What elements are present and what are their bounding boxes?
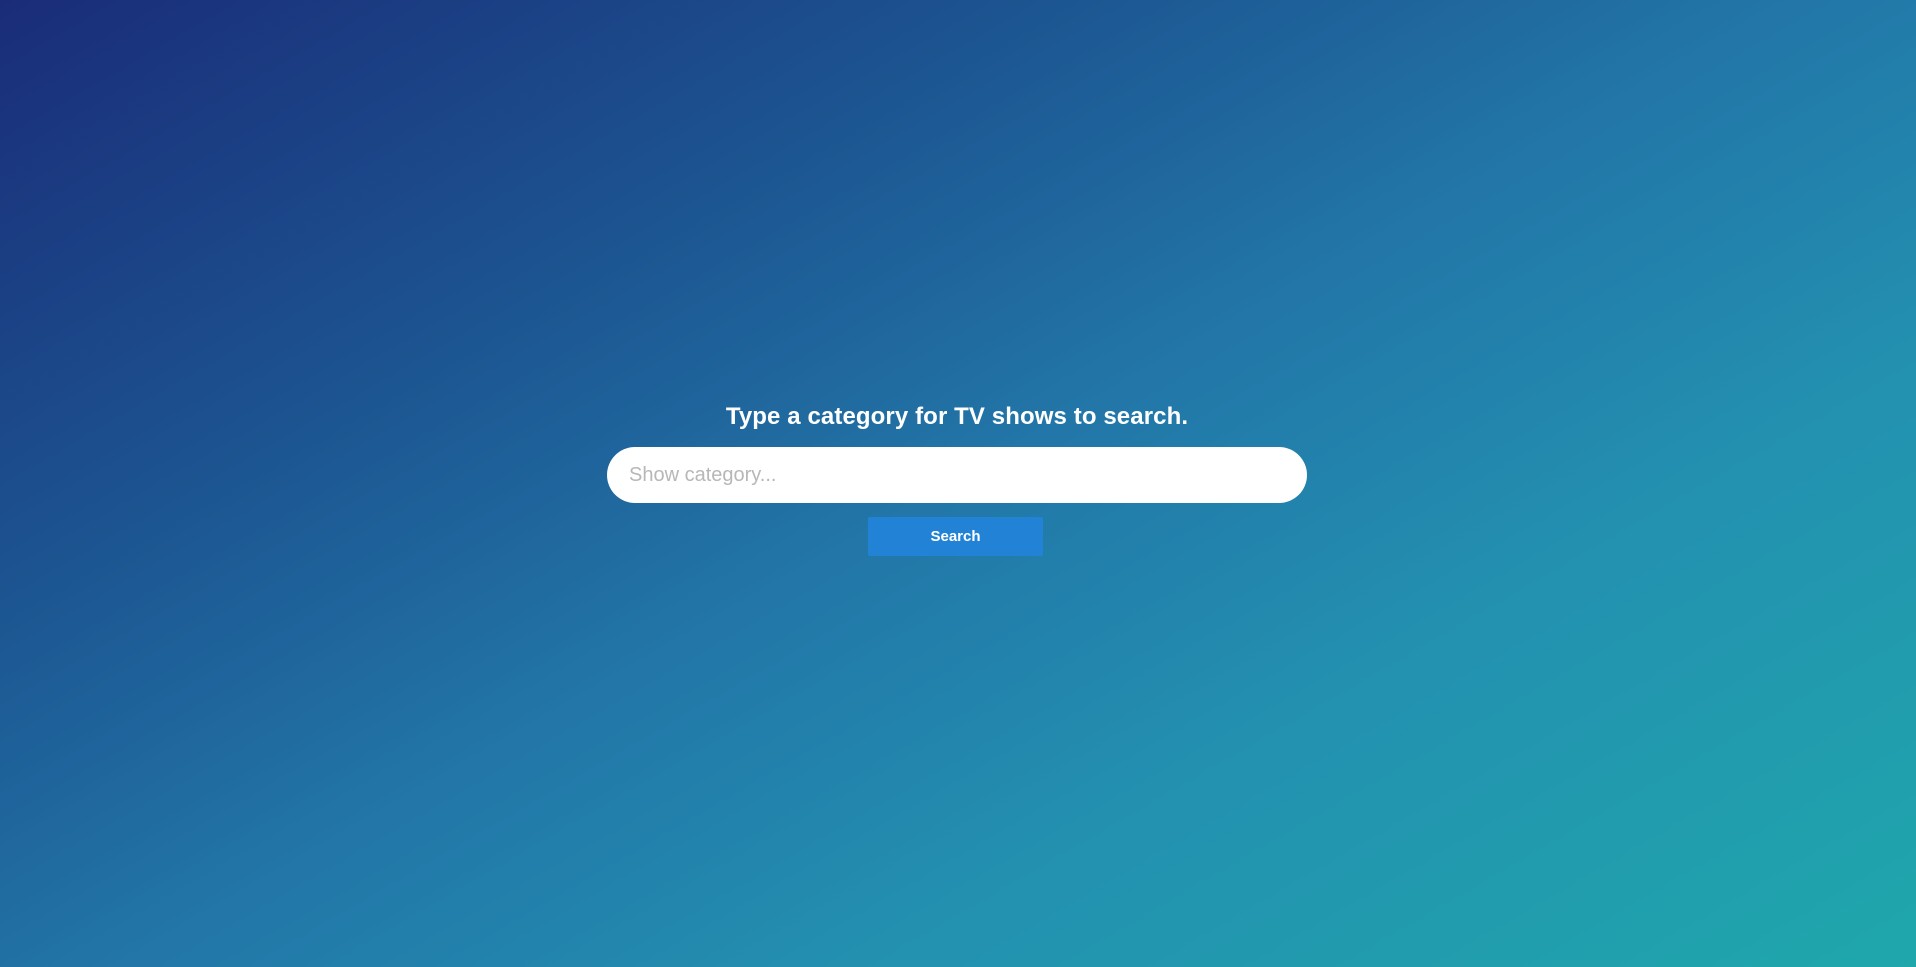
search-input[interactable] [607, 447, 1307, 503]
page-title: Type a category for TV shows to search. [725, 403, 1189, 430]
search-panel: Type a category for TV shows to search. … [0, 0, 1916, 967]
search-button[interactable]: Search [868, 517, 1043, 556]
